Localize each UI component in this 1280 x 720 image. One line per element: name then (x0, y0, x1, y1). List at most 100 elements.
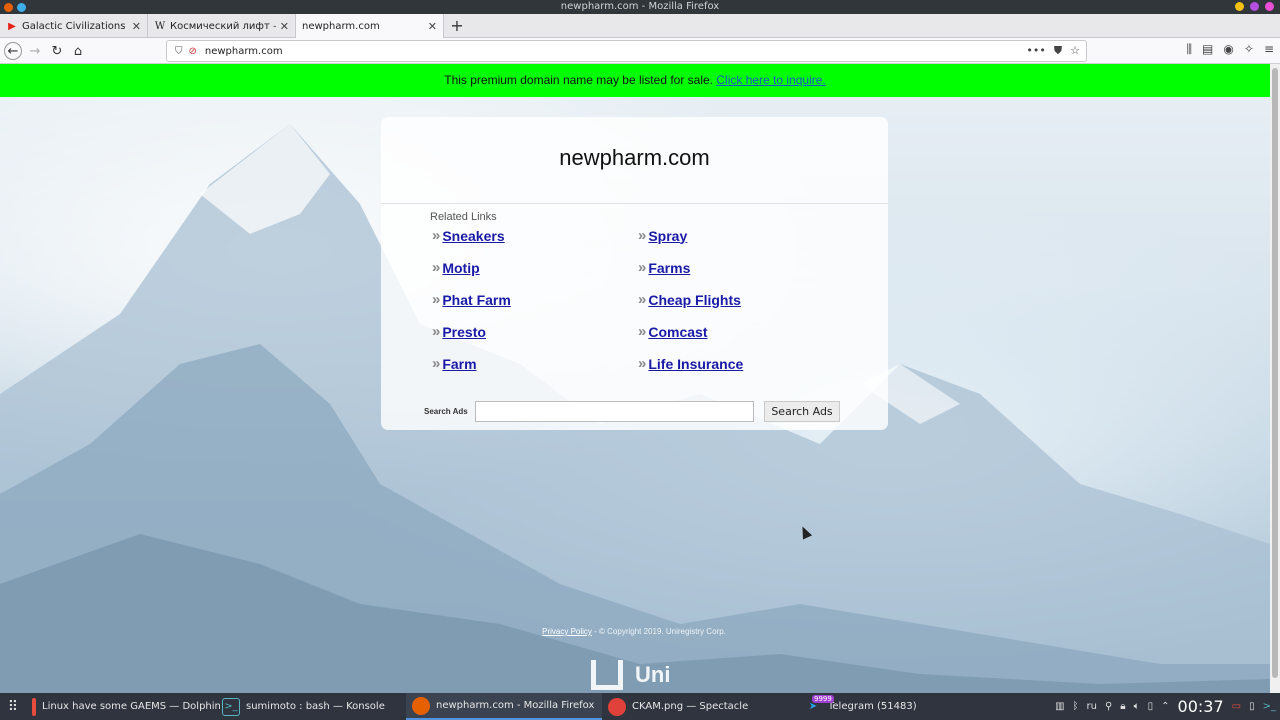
uni-mark-icon (591, 660, 623, 690)
privacy-policy-link[interactable]: Privacy Policy (542, 627, 592, 636)
page-scrollbar[interactable] (1270, 64, 1280, 693)
card-header: newpharm.com (381, 117, 888, 204)
bluetooth-icon[interactable]: ᛒ (1073, 701, 1079, 712)
home-button[interactable]: ⌂ (69, 42, 87, 60)
show-desktop-icon[interactable]: ▭ (1232, 701, 1241, 712)
related-link[interactable]: » Cheap Flights (638, 291, 741, 308)
spectacle-icon (608, 697, 626, 716)
expand-tray-icon[interactable]: ⌃ (1161, 701, 1169, 712)
menu-icon[interactable]: ≡ (1264, 42, 1274, 57)
system-tray: ▥ ᛒ ru ⚲ 🔒︎ 🔈︎ ▯ ⌃ 00:37 ▭ ▯ >_ (1055, 693, 1276, 720)
related-link-text[interactable]: Spray (648, 228, 687, 244)
double-chevron-icon: » (432, 259, 441, 276)
network-icon[interactable]: ⚲ (1105, 701, 1112, 712)
lock-icon[interactable]: 🔒︎ (1120, 701, 1125, 712)
new-tab-button[interactable]: + (444, 14, 470, 37)
app-menu-icon[interactable] (4, 3, 13, 12)
clock[interactable]: 00:37 (1178, 697, 1224, 716)
close-icon[interactable]: ✕ (428, 20, 437, 33)
url-bar[interactable]: ⛉ ⊘ newpharm.com ••• ⛊ ☆ (166, 40, 1087, 62)
related-link[interactable]: » Motip (432, 259, 480, 276)
app-launcher-icon[interactable]: ⠿ (0, 693, 26, 720)
task-label: CKAM.png — Spectacle (632, 701, 749, 712)
related-link-text[interactable]: Farms (648, 260, 690, 276)
double-chevron-icon: » (638, 323, 647, 340)
related-link[interactable]: » Farm (432, 355, 477, 372)
account-icon[interactable]: ◉ (1223, 42, 1233, 57)
tab-newpharm[interactable]: newpharm.com ✕ (296, 14, 444, 38)
volume-icon[interactable]: 🔈︎ (1134, 701, 1140, 712)
scrollbar-thumb[interactable] (1272, 68, 1278, 678)
related-link-text[interactable]: Cheap Flights (648, 292, 741, 308)
reload-button[interactable]: ↻ (48, 42, 66, 60)
related-link[interactable]: » Comcast (638, 323, 707, 340)
bookmark-star-icon[interactable]: ☆ (1070, 44, 1080, 58)
domain-title: newpharm.com (559, 145, 710, 170)
inquire-link[interactable]: Click here to inquire. (716, 73, 825, 87)
double-chevron-icon: » (432, 355, 441, 372)
task-konsole[interactable]: >_ sumimoto : bash — Konsole (216, 693, 406, 720)
task-dolphin[interactable]: Linux have some GAEMS — Dolphin (26, 693, 221, 720)
related-link-text[interactable]: Phat Farm (442, 292, 510, 308)
hdd-icon[interactable]: ▥ (1055, 701, 1064, 712)
close-icon[interactable]: ✕ (132, 20, 141, 33)
insecure-icon[interactable]: ⊘ (189, 46, 197, 57)
language-indicator[interactable]: ru (1087, 701, 1097, 712)
page-footer: Privacy Policy - © Copyright 2019. Unire… (0, 627, 1268, 636)
firefox-icon (412, 696, 430, 715)
shield-icon[interactable]: ⛉ (175, 46, 183, 57)
related-link[interactable]: » Farms (638, 259, 690, 276)
url-text[interactable]: newpharm.com (205, 46, 283, 57)
related-link[interactable]: » Spray (638, 227, 687, 244)
uni-logo-text: Uni (635, 662, 671, 687)
page-content: This premium domain name may be listed f… (0, 64, 1270, 693)
task-firefox[interactable]: newpharm.com - Mozilla Firefox (406, 693, 602, 720)
back-button[interactable]: ← (4, 42, 22, 60)
related-link-text[interactable]: Life Insurance (648, 356, 743, 372)
youtube-icon: ▶ (8, 20, 16, 32)
task-label: Linux have some GAEMS — Dolphin (42, 701, 221, 712)
related-link-text[interactable]: Motip (442, 260, 479, 276)
related-link-text[interactable]: Sneakers (442, 228, 504, 244)
keep-above-icon[interactable] (17, 3, 26, 12)
double-chevron-icon: » (432, 291, 441, 308)
close-icon[interactable]: ✕ (280, 20, 289, 33)
related-link-text[interactable]: Presto (442, 324, 486, 340)
tab-youtube[interactable]: ▶ Galactic Civilizations 3 Is A ✕ (0, 14, 148, 38)
tab-wikipedia[interactable]: W Космический лифт — Вик ✕ (148, 14, 296, 38)
pocket-icon[interactable]: ⛊ (1054, 44, 1062, 58)
copyright-text: - © Copyright 2019. Uniregistry Corp. (591, 627, 726, 636)
extension-icon[interactable]: ✧ (1244, 42, 1254, 57)
related-link[interactable]: » Life Insurance (638, 355, 743, 372)
task-spectacle[interactable]: CKAM.png — Spectacle (602, 693, 798, 720)
library-icon[interactable]: ⫼ (1187, 42, 1193, 57)
tab-strip: ▶ Galactic Civilizations 3 Is A ✕ W Косм… (0, 14, 1280, 38)
double-chevron-icon: » (432, 227, 441, 244)
double-chevron-icon: » (432, 323, 441, 340)
task-label: Telegram (51483) (828, 701, 917, 712)
related-link[interactable]: » Sneakers (432, 227, 505, 244)
sidebar-icon[interactable]: ▤ (1202, 42, 1213, 57)
double-chevron-icon: » (638, 291, 647, 308)
related-link[interactable]: » Phat Farm (432, 291, 511, 308)
task-label: newpharm.com - Mozilla Firefox (436, 700, 595, 711)
forward-button[interactable]: → (26, 42, 44, 60)
task-label: sumimoto : bash — Konsole (246, 701, 385, 712)
nav-toolbar: ← → ↻ ⌂ ⛉ ⊘ newpharm.com ••• ⛊ ☆ ⫼ ▤ ◉ ✧… (0, 38, 1280, 64)
related-link[interactable]: » Presto (432, 323, 486, 340)
sale-notice-text: This premium domain name may be listed f… (444, 73, 714, 87)
phone-icon[interactable]: ▯ (1249, 701, 1255, 712)
window-titlebar: newpharm.com - Mozilla Firefox (0, 0, 1280, 14)
clipboard-icon[interactable]: ▯ (1148, 701, 1154, 712)
page-actions-icon[interactable]: ••• (1026, 44, 1045, 58)
search-ads-button[interactable]: Search Ads (764, 401, 840, 422)
uniregistry-logo: Uni (587, 660, 670, 690)
related-link-text[interactable]: Comcast (648, 324, 707, 340)
close-button[interactable] (1265, 2, 1274, 11)
konsole-tray-icon[interactable]: >_ (1263, 701, 1276, 712)
related-link-text[interactable]: Farm (442, 356, 476, 372)
window-title: newpharm.com - Mozilla Firefox (560, 1, 720, 12)
search-ads-input[interactable] (475, 401, 754, 422)
maximize-button[interactable] (1250, 2, 1259, 11)
minimize-button[interactable] (1235, 2, 1244, 11)
